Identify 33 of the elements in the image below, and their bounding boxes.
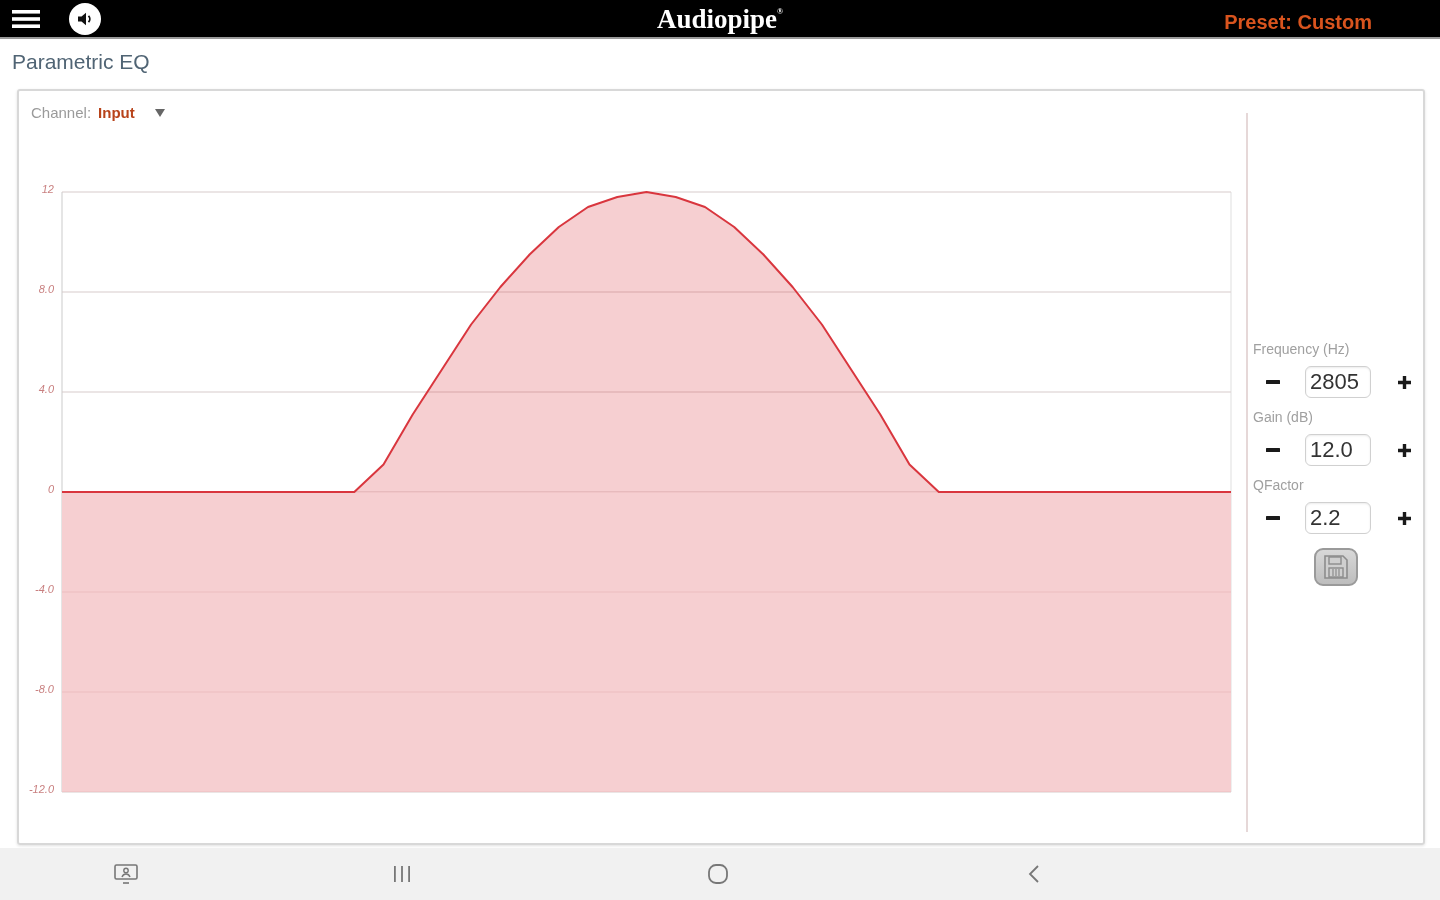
- value-field[interactable]: 2.2: [1305, 502, 1371, 534]
- home-icon[interactable]: [708, 864, 728, 884]
- axis-tick-label: 12: [41, 183, 54, 195]
- channel-label: Channel:: [31, 104, 92, 122]
- axis-tick-label: 4.0: [38, 383, 54, 395]
- field-label: Frequency (Hz): [1252, 340, 1351, 358]
- minus-icon: [1266, 448, 1280, 452]
- menu-icon[interactable]: [12, 9, 40, 28]
- save-button[interactable]: [1313, 548, 1358, 586]
- app-logo: Audiopipe$^{®}$: [656, 2, 783, 35]
- minus-icon: [1266, 380, 1280, 384]
- channel-dropdown[interactable]: Input: [98, 104, 165, 122]
- recent-apps-icon[interactable]: [393, 866, 411, 882]
- value-field[interactable]: 2805: [1305, 366, 1371, 398]
- preset-label: Preset: Custom: [1224, 11, 1372, 34]
- axis-tick-label: 0: [47, 483, 54, 495]
- axis-tick-label: -8.0: [35, 683, 54, 695]
- back-icon[interactable]: [1028, 865, 1040, 883]
- axis-tick-label: 8.0: [38, 283, 54, 295]
- axis-tick-label: -12.0: [28, 783, 54, 795]
- caret-icon: [154, 109, 165, 117]
- plus-icon: [1397, 511, 1411, 525]
- save-icon: [1323, 555, 1348, 579]
- speaker-icon[interactable]: [69, 2, 101, 35]
- page-title: Parametric EQ: [12, 50, 150, 73]
- axis-tick-label: -4.0: [35, 583, 54, 595]
- value-field[interactable]: 12.0: [1305, 434, 1371, 466]
- plus-icon: [1397, 443, 1411, 457]
- monitor-icon[interactable]: [114, 864, 138, 884]
- field-label: Gain (dB): [1252, 408, 1314, 426]
- plus-icon: [1397, 375, 1411, 389]
- minus-icon: [1266, 516, 1280, 520]
- field-label: QFactor: [1252, 476, 1305, 494]
